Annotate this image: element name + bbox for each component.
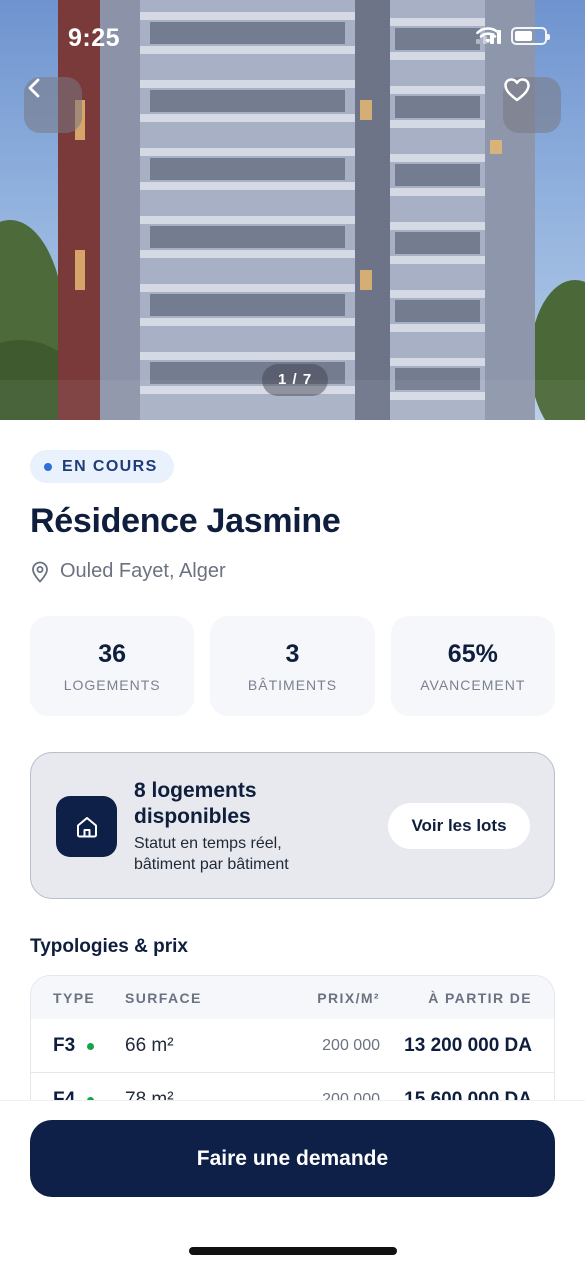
status-dot [44, 462, 52, 471]
status-badge: EN COURS [30, 450, 174, 483]
map-pin-icon [32, 561, 48, 582]
stat-label: LOGEMENTS [63, 676, 161, 693]
status-bar: 9:25 [0, 0, 585, 76]
column-header-surface: SURFACE [125, 990, 202, 1006]
column-header-type: TYPE [53, 990, 96, 1006]
battery-icon [511, 27, 550, 45]
stat-value: 3 [285, 639, 300, 668]
location: Ouled Fayet, Alger [30, 560, 226, 583]
availability-title: 8 logements disponibles [134, 779, 257, 828]
table-header: TYPE SURFACE PRIX/M² À PARTIR DE [31, 976, 554, 1019]
row-price-m2: 200 000 [322, 1037, 380, 1054]
status-time: 9:25 [68, 24, 121, 52]
stat-label: BÂTIMENTS [247, 676, 338, 693]
home-indicator[interactable] [189, 1247, 397, 1255]
home-icon [76, 816, 97, 837]
table-row[interactable]: F3 66 m² 200 000 13 200 000 DA [31, 1019, 554, 1072]
stat-value: 36 [98, 639, 127, 668]
row-type: F3 [53, 1035, 95, 1057]
availability-icon-tile [56, 796, 117, 857]
status-badge-label: EN COURS [62, 457, 158, 475]
location-text: Ouled Fayet, Alger [60, 560, 226, 582]
stats-row: 36 LOGEMENTS 3 BÂTIMENTS 65% AVANCEMENT [30, 616, 555, 716]
image-counter: 1 / 7 [262, 364, 329, 396]
stat-label: AVANCEMENT [420, 676, 526, 693]
stat-batiments: 3 BÂTIMENTS [210, 616, 375, 716]
wifi-icon [476, 27, 500, 43]
bottom-action-bar: Faire une demande [0, 1100, 585, 1266]
chevron-left-icon [28, 78, 40, 98]
available-dot [87, 1042, 95, 1050]
stat-avancement: 65% AVANCEMENT [390, 616, 555, 716]
hero-image[interactable]: 9:25 1 / 7 [0, 0, 585, 420]
stat-logements: 36 LOGEMENTS [30, 616, 195, 716]
favorite-button[interactable] [503, 77, 561, 133]
heart-icon [504, 78, 530, 102]
column-header-from: À PARTIR DE [428, 990, 532, 1006]
availability-card: 8 logements disponibles Statut en temps … [30, 752, 555, 899]
row-surface: 66 m² [125, 1035, 174, 1056]
availability-subtitle: Statut en temps réel, bâtiment par bâtim… [134, 835, 289, 873]
page-title: Résidence Jasmine [30, 502, 341, 540]
stat-value: 65% [447, 639, 498, 668]
row-price: 13 200 000 DA [404, 1035, 532, 1056]
column-header-price-m2: PRIX/M² [317, 990, 380, 1006]
typologies-title: Typologies & prix [30, 936, 189, 957]
back-button[interactable] [24, 77, 82, 133]
view-lots-button[interactable]: Voir les lots [388, 803, 530, 849]
status-icons [476, 27, 550, 45]
request-button[interactable]: Faire une demande [30, 1120, 555, 1197]
row-type-label: F3 [53, 1035, 76, 1056]
typologies-table: TYPE SURFACE PRIX/M² À PARTIR DE F3 66 m… [30, 975, 555, 1105]
